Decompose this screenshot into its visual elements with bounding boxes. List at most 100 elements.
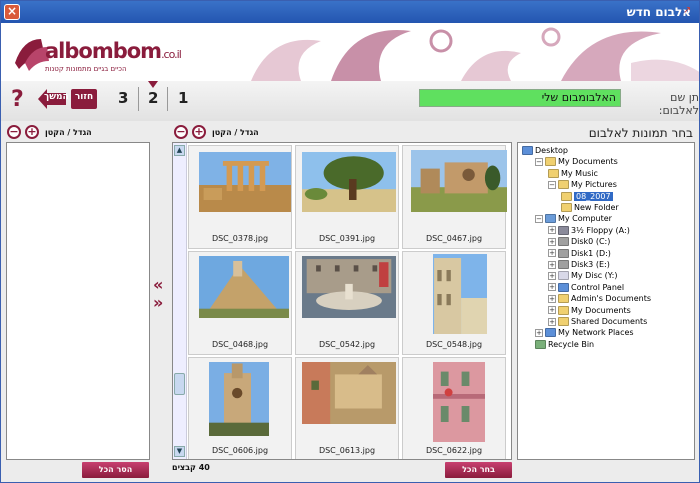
tree-item[interactable]: + Admin's Documents bbox=[548, 294, 651, 306]
thumbnail-item[interactable]: DSC_0378.jpg bbox=[188, 145, 292, 249]
tree-item-label: Shared Documents bbox=[571, 317, 648, 326]
drive-icon bbox=[558, 260, 569, 269]
tree-item[interactable]: My Music bbox=[548, 168, 598, 181]
tree-item[interactable]: − My Computer bbox=[535, 214, 612, 226]
tree-item[interactable]: + Disk0 (C:) bbox=[548, 237, 610, 249]
thumbnail-image bbox=[433, 254, 487, 334]
zoom-in-icon[interactable]: + bbox=[192, 125, 206, 139]
thumbnail-item[interactable]: DSC_0391.jpg bbox=[295, 145, 399, 249]
thumbnail-item[interactable]: DSC_0467.jpg bbox=[402, 145, 507, 249]
continue-label: המשך bbox=[44, 92, 69, 102]
thumbnail-caption: DSC_0542.jpg bbox=[318, 340, 376, 349]
folder-tree: Desktop − My Documents My Music − My Pictures… bbox=[517, 142, 695, 460]
computer-icon bbox=[545, 214, 556, 224]
album-name-input[interactable]: האלבומבום שלי bbox=[419, 89, 621, 107]
tree-item-label: My Documents bbox=[571, 305, 631, 315]
step-divider bbox=[138, 87, 139, 111]
logo-brand-text: albombom bbox=[45, 39, 162, 63]
back-button[interactable]: חזור bbox=[71, 89, 97, 109]
continue-button[interactable]: המשך bbox=[38, 89, 69, 109]
scroll-down-icon[interactable]: ▼ bbox=[174, 446, 185, 457]
step-divider bbox=[167, 87, 168, 111]
thumbnail-item[interactable]: DSC_0542.jpg bbox=[295, 251, 399, 355]
expander-icon[interactable]: + bbox=[548, 306, 556, 315]
expander-icon[interactable]: + bbox=[548, 271, 556, 280]
thumbnail-caption: DSC_0378.jpg bbox=[211, 234, 269, 243]
folder-icon bbox=[558, 294, 569, 304]
thumbnail-image bbox=[199, 256, 289, 318]
scroll-thumb[interactable] bbox=[174, 373, 185, 395]
thumbnail-item[interactable]: DSC_0468.jpg bbox=[188, 251, 292, 355]
tree-item-label: Control Panel bbox=[571, 282, 625, 292]
tree-item-label: Disk1 (D:) bbox=[571, 248, 611, 258]
tree-item-label: 08_2007 bbox=[574, 191, 613, 201]
expander-icon[interactable]: + bbox=[535, 328, 543, 337]
expander-icon[interactable]: + bbox=[548, 260, 556, 269]
folder-icon bbox=[561, 203, 572, 212]
thumbnail-image bbox=[199, 152, 291, 212]
tree-item[interactable]: + My Disc (Y:) bbox=[548, 271, 617, 283]
zoom-out-icon[interactable]: − bbox=[174, 125, 188, 139]
network-icon bbox=[545, 328, 556, 338]
tree-item[interactable]: + My Network Places bbox=[535, 328, 634, 340]
expander-icon[interactable]: + bbox=[548, 237, 556, 246]
gallery-scrollbar[interactable]: ▲ ▼ bbox=[173, 143, 187, 459]
thumbnail-item[interactable]: DSC_0548.jpg bbox=[402, 251, 506, 355]
tree-item-label: My Disc (Y:) bbox=[571, 271, 618, 281]
folder-pictures-icon bbox=[558, 180, 569, 190]
expander-icon[interactable]: − bbox=[548, 180, 556, 189]
header-banner: albombom.co.il הכיים בגיים מתמונות קטנות bbox=[1, 23, 699, 81]
file-count: 40 קבצים bbox=[172, 463, 210, 472]
floppy-icon bbox=[558, 225, 569, 235]
logo-tagline: הכיים בגיים מתמונות קטנות bbox=[45, 65, 127, 73]
thumbnail-item[interactable]: DSC_0613.jpg bbox=[295, 357, 399, 459]
tree-item[interactable]: + My Documents bbox=[548, 305, 631, 318]
logo-brand: albombom.co.il bbox=[45, 39, 182, 63]
folder-icon bbox=[558, 305, 569, 315]
tree-item[interactable]: Desktop bbox=[522, 146, 568, 158]
remove-all-button[interactable]: הסר הכל bbox=[82, 462, 149, 478]
thumbnail-caption: DSC_0613.jpg bbox=[318, 446, 376, 455]
close-button[interactable]: × bbox=[4, 4, 20, 20]
cd-icon bbox=[558, 271, 569, 281]
tree-item[interactable]: + Control Panel bbox=[548, 282, 625, 295]
expander-icon[interactable]: + bbox=[548, 283, 556, 292]
tree-item[interactable]: + Shared Documents bbox=[548, 317, 647, 329]
thumbnail-item[interactable]: DSC_0606.jpg bbox=[188, 357, 292, 459]
zoom-in-icon[interactable]: + bbox=[25, 125, 39, 139]
tree-item[interactable]: + Disk3 (E:) bbox=[548, 260, 610, 272]
expander-icon[interactable]: + bbox=[548, 226, 556, 235]
tree-item[interactable]: − My Documents bbox=[535, 157, 618, 169]
expander-icon[interactable]: + bbox=[548, 294, 556, 303]
folder-icon bbox=[558, 317, 569, 326]
tree-item[interactable]: 08_2007 bbox=[561, 191, 613, 204]
select-all-button[interactable]: בחר הכל bbox=[445, 462, 512, 478]
tree-item-label: My Pictures bbox=[571, 180, 617, 190]
expander-icon[interactable]: − bbox=[535, 157, 543, 166]
thumbnail-caption: DSC_0622.jpg bbox=[425, 446, 483, 455]
tree-item[interactable]: − My Pictures bbox=[548, 180, 617, 192]
thumbnail-image bbox=[433, 362, 485, 442]
thumbnail-caption: DSC_0548.jpg bbox=[425, 340, 483, 349]
tree-item[interactable]: + Disk1 (D:) bbox=[548, 248, 611, 261]
zoom-out-icon[interactable]: − bbox=[7, 125, 21, 139]
album-pane[interactable] bbox=[6, 142, 150, 460]
recycle-bin-icon bbox=[535, 339, 546, 349]
scroll-up-icon[interactable]: ▲ bbox=[174, 145, 185, 156]
thumbnail-caption: DSC_0606.jpg bbox=[211, 446, 269, 455]
gallery-zoom-label: הגדל / הקטן bbox=[212, 128, 259, 137]
add-arrow-icon[interactable]: « bbox=[153, 276, 163, 294]
transfer-arrows: « » bbox=[153, 276, 163, 312]
expander-icon[interactable]: + bbox=[548, 249, 556, 258]
expander-icon[interactable]: + bbox=[548, 317, 556, 326]
remove-arrow-icon[interactable]: » bbox=[153, 294, 163, 312]
expander-icon[interactable]: − bbox=[535, 214, 543, 223]
tree-item[interactable]: New Folder bbox=[561, 203, 619, 215]
pin-icon[interactable]: ↗ bbox=[683, 5, 691, 16]
help-icon[interactable]: ? bbox=[11, 87, 24, 112]
tree-item[interactable]: +3½ Floppy (A:) bbox=[548, 225, 630, 238]
tree-item-label: My Computer bbox=[558, 214, 612, 224]
thumbnail-item[interactable]: DSC_0622.jpg bbox=[402, 357, 506, 459]
tree-item[interactable]: Recycle Bin bbox=[535, 339, 594, 352]
tree-item-label: Disk0 (C:) bbox=[571, 237, 611, 247]
